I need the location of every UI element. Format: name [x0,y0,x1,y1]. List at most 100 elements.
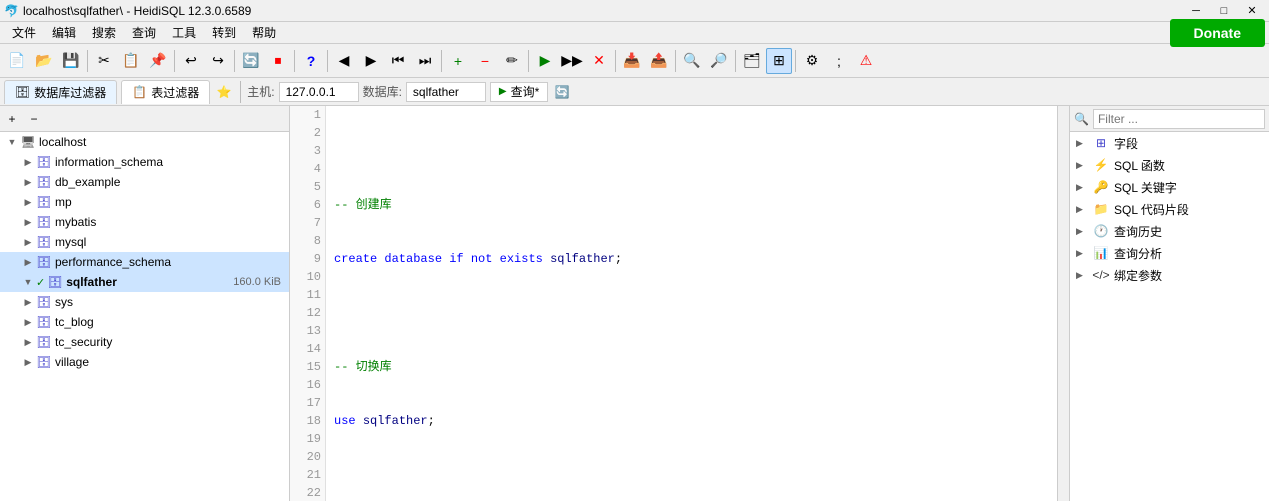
sql-editor[interactable]: 12345 678910 1112131415 1617181920 21222… [290,106,1057,501]
db-field[interactable] [406,82,486,102]
undo-button[interactable]: ↩ [178,48,204,74]
collapse-all-button[interactable]: − [24,109,44,129]
tree-item-db-example[interactable]: ▶ 🗄 db_example [0,172,289,192]
tree-item-sqlfather[interactable]: ▼ ✓ 🗄 sqlfather 160.0 KiB [0,272,289,292]
maximize-button[interactable]: □ [1211,2,1237,20]
tree-item-village[interactable]: ▶ 🗄 village [0,352,289,372]
first-button[interactable]: ⏮ [385,48,411,74]
tree-item-tc-security[interactable]: ▶ 🗄 tc_security [0,332,289,352]
redo-button[interactable]: ↪ [205,48,231,74]
history-expander: ▶ [1076,226,1088,237]
expander-db-example: ▶ [20,177,36,188]
zoom-in-button[interactable]: 🔎 [706,48,732,74]
window-controls: ─ □ ✕ [1183,2,1265,20]
open-button[interactable]: 📂 [31,48,57,74]
menu-search[interactable]: 搜索 [84,22,124,43]
filter-search-icon: 🔍 [1074,112,1089,126]
semicolon-btn[interactable]: ; [826,48,852,74]
run-button[interactable]: ▶ [532,48,558,74]
copy-button[interactable]: 📋 [118,48,144,74]
tree-item-sys[interactable]: ▶ 🗄 sys [0,292,289,312]
db-icon-sys: 🗄 [36,295,52,309]
options-btn[interactable]: ⚙ [799,48,825,74]
menu-help[interactable]: 帮助 [244,22,284,43]
db-icon-perf-schema: 🗄 [36,255,52,269]
right-item-sqlkw[interactable]: ▶ 🔑 SQL 关键字 [1070,176,1269,198]
tree-item-mysql[interactable]: ▶ 🗄 mysql [0,232,289,252]
query-refresh-button[interactable]: 🔄 [552,82,572,102]
connection-bar: 🗄 数据库过滤器 📋 表过滤器 ⭐ 主机: 数据库: ▶ 查询* 🔄 [0,78,1269,106]
db-filter-tab[interactable]: 🗄 数据库过滤器 [4,80,117,104]
error-btn[interactable]: ⚠ [853,48,879,74]
expander-sqlfather: ▼ [20,277,36,287]
tree-item-tc-blog[interactable]: ▶ 🗄 tc_blog [0,312,289,332]
menu-goto[interactable]: 转到 [204,22,244,43]
prev-button[interactable]: ◀ [331,48,357,74]
table-btn[interactable]: 🗂 [739,48,765,74]
stop-button[interactable]: ⏹ [265,48,291,74]
right-item-snippet[interactable]: ▶ 📁 SQL 代码片段 [1070,198,1269,220]
tree-item-mp[interactable]: ▶ 🗄 mp [0,192,289,212]
grid-btn[interactable]: ⊞ [766,48,792,74]
menu-file[interactable]: 文件 [4,22,44,43]
refresh-button[interactable]: 🔄 [238,48,264,74]
right-item-analysis[interactable]: ▶ 📊 查询分析 [1070,242,1269,264]
toolbar-sep-1 [87,50,88,72]
save-button[interactable]: 💾 [58,48,84,74]
tree-label-village: village [55,355,89,369]
right-item-params[interactable]: ▶ </> 绑定参数 [1070,264,1269,286]
star-button[interactable]: ⭐ [214,82,234,102]
next-button[interactable]: ▶ [358,48,384,74]
expander-localhost: ▼ [4,137,20,147]
fields-label: 字段 [1114,135,1138,152]
sql-code[interactable]: -- 创建库 create database if not exists sql… [326,106,1057,501]
right-item-history[interactable]: ▶ 🕐 查询历史 [1070,220,1269,242]
help-button[interactable]: ? [298,48,324,74]
host-field[interactable] [279,82,359,102]
new-button[interactable]: 📄 [4,48,30,74]
export-button[interactable]: 📤 [646,48,672,74]
search-icon-btn[interactable]: 🔍 [679,48,705,74]
db-icon-mysql: 🗄 [36,235,52,249]
run-all-button[interactable]: ▶▶ [559,48,585,74]
donate-button[interactable]: Donate [1170,19,1265,47]
menu-tools[interactable]: 工具 [164,22,204,43]
expand-all-button[interactable]: + [2,109,22,129]
import-button[interactable]: 📥 [619,48,645,74]
last-button[interactable]: ⏭ [412,48,438,74]
db-icon-tc-blog: 🗄 [36,315,52,329]
run-query-button[interactable]: ▶ 查询* [490,82,548,102]
cut-button[interactable]: ✂ [91,48,117,74]
tree-label-tc-security: tc_security [55,335,112,349]
db-icon-mybatis: 🗄 [36,215,52,229]
minimize-button[interactable]: ─ [1183,2,1209,20]
tree-item-mybatis[interactable]: ▶ 🗄 mybatis [0,212,289,232]
fields-expander: ▶ [1076,138,1088,149]
analysis-icon: 📊 [1092,246,1110,260]
toolbar-sep-11 [795,50,796,72]
tree-item-information-schema[interactable]: ▶ 🗄 information_schema [0,152,289,172]
menu-edit[interactable]: 编辑 [44,22,84,43]
sidebar-toolbar: + − [0,106,289,132]
edit-row-button[interactable]: ✏ [499,48,525,74]
tree-item-performance-schema[interactable]: ▶ 🗄 performance_schema [0,252,289,272]
vertical-scrollbar[interactable] [1057,106,1069,501]
table-filter-icon: 📋 [132,85,147,99]
close-button[interactable]: ✕ [1239,2,1265,20]
table-filter-tab[interactable]: 📋 表过滤器 [121,80,210,104]
right-item-fields[interactable]: ▶ ⊞ 字段 [1070,132,1269,154]
right-item-sqlfunc[interactable]: ▶ ⚡ SQL 函数 [1070,154,1269,176]
toolbar-sep-2 [174,50,175,72]
cancel-button[interactable]: ✕ [586,48,612,74]
query-label: 查询* [511,83,540,100]
right-filter-input[interactable] [1093,109,1265,129]
add-row-button[interactable]: + [445,48,471,74]
toolbar-sep-3 [234,50,235,72]
tree-item-localhost[interactable]: ▼ 🖥 localhost [0,132,289,152]
tree-label-mysql: mysql [55,235,86,249]
paste-button[interactable]: 📌 [145,48,171,74]
sqlfunc-icon: ⚡ [1092,158,1110,172]
fields-icon: ⊞ [1092,136,1110,150]
delete-row-button[interactable]: − [472,48,498,74]
menu-query[interactable]: 查询 [124,22,164,43]
